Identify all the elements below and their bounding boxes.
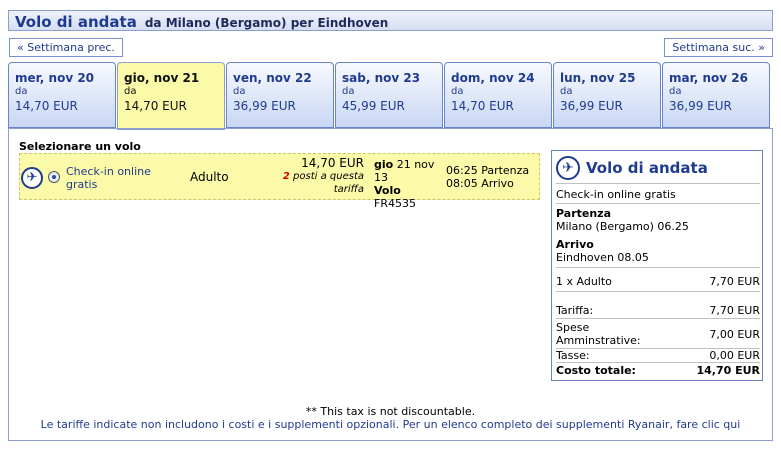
- arrival-time: 08:05: [446, 177, 478, 190]
- divider: [556, 267, 760, 268]
- date-tab-nov-22[interactable]: ven, nov 22 da 36,99 EUR: [226, 62, 334, 128]
- tab-from: da: [560, 86, 573, 97]
- flight-price-block: 14,70 EUR 2 posti a questa tariffa: [260, 156, 364, 196]
- tab-price: 14,70 EUR: [451, 99, 514, 113]
- page-title: Volo di andata: [15, 13, 137, 31]
- arrival-value: Eindhoven 08.05: [556, 251, 649, 264]
- flight-number: FR4535: [374, 197, 416, 210]
- divider: [556, 203, 760, 204]
- flight-panel: Selezionare un volo ✈ Check-in online gr…: [8, 128, 773, 441]
- previous-week-button[interactable]: « Settimana prec.: [9, 38, 123, 57]
- flight-label: Volo: [374, 184, 401, 197]
- tab-price: 36,99 EUR: [669, 99, 732, 113]
- seats-left: 2 posti a questa tariffa: [260, 170, 364, 196]
- date-tab-nov-24[interactable]: dom, nov 24 da 14,70 EUR: [444, 62, 552, 128]
- tab-day: dom, nov 24: [451, 71, 535, 85]
- divider: [556, 362, 760, 363]
- booking-summary: ✈ Volo di andata Check-in online gratis …: [551, 150, 763, 381]
- plane-icon: ✈: [556, 156, 580, 180]
- flight-price: 14,70 EUR: [301, 156, 364, 170]
- tax-note: ** This tax is not discountable.: [305, 405, 476, 418]
- plane-icon: ✈: [21, 167, 43, 189]
- tariff-line: Tariffa: 7,70 EUR: [556, 304, 760, 317]
- tariff-value: 7,70 EUR: [709, 304, 760, 317]
- tab-from: da: [233, 86, 246, 97]
- departure-time: 06:25: [446, 164, 478, 177]
- tariff-label: Tariffa:: [556, 304, 594, 317]
- date-tab-nov-25[interactable]: lun, nov 25 da 36,99 EUR: [553, 62, 661, 128]
- flight-option-row[interactable]: ✈ Check-in online gratis Adulto 14,70 EU…: [19, 153, 540, 210]
- flight-times-block: 06:25 Partenza 08:05 Arrivo: [446, 164, 540, 190]
- seats-count: 2: [282, 171, 290, 182]
- arrival-label: Arrivo: [556, 238, 594, 251]
- date-tab-nov-23[interactable]: sab, nov 23 da 45,99 EUR: [335, 62, 443, 128]
- summary-header: ✈ Volo di andata: [556, 156, 708, 180]
- route-subtitle: da Milano (Bergamo) per Eindhoven: [144, 16, 389, 30]
- tab-price: 36,99 EUR: [233, 99, 296, 113]
- admin-label: Spese Amminstrative:: [556, 321, 641, 347]
- departure-value: Milano (Bergamo) 06.25: [556, 220, 689, 233]
- date-tab-nov-20[interactable]: mer, nov 20 da 14,70 EUR: [8, 62, 116, 128]
- select-flight-heading: Selezionare un volo: [19, 140, 141, 153]
- divider: [556, 183, 760, 184]
- passenger-type: Adulto: [190, 170, 229, 184]
- tab-day: mer, nov 20: [15, 71, 95, 85]
- flight-date-block: gio 21 nov 13 Volo FR4535: [374, 158, 444, 210]
- pax-label: 1 x Adulto: [556, 275, 612, 288]
- date-tab-nov-26[interactable]: mar, nov 26 da 36,99 EUR: [662, 62, 770, 128]
- flight-day: gio: [374, 158, 394, 171]
- tab-from: da: [124, 86, 137, 97]
- arrival-label: Arrivo: [481, 177, 514, 190]
- tab-day: ven, nov 22: [233, 71, 312, 85]
- admin-value: 7,00 EUR: [709, 327, 760, 341]
- fare-name: Check-in online gratis: [66, 165, 151, 191]
- divider: [556, 291, 760, 292]
- date-tab-nov-21[interactable]: gio, nov 21 da 14,70 EUR: [117, 62, 225, 130]
- tax-label: Tasse:: [556, 349, 590, 362]
- tab-from: da: [669, 86, 682, 97]
- total-value: 14,70 EUR: [696, 364, 760, 377]
- tab-price: 45,99 EUR: [342, 99, 405, 113]
- departure-label: Partenza: [556, 207, 611, 220]
- page-header: Volo di andata da Milano (Bergamo) per E…: [8, 10, 773, 31]
- tab-price: 36,99 EUR: [560, 99, 623, 113]
- flight-radio-button[interactable]: [48, 171, 60, 183]
- total-line: Costo totale: 14,70 EUR: [556, 364, 760, 377]
- total-label: Costo totale:: [556, 364, 636, 377]
- tax-line: Tasse: 0,00 EUR: [556, 349, 760, 362]
- divider: [556, 318, 760, 319]
- admin-fee-line: Spese Amminstrative: 7,00 EUR: [556, 321, 760, 347]
- next-week-button[interactable]: Settimana suc. »: [664, 38, 773, 57]
- pax-value: 7,70 EUR: [709, 275, 760, 288]
- tab-from: da: [342, 86, 355, 97]
- passenger-line: 1 x Adulto 7,70 EUR: [556, 275, 760, 288]
- tab-from: da: [451, 86, 464, 97]
- tab-price: 14,70 EUR: [124, 99, 187, 113]
- tab-price: 14,70 EUR: [15, 99, 78, 113]
- seats-text: posti a questa tariffa: [293, 171, 364, 195]
- summary-title: Volo di andata: [586, 159, 708, 177]
- date-tabs: mer, nov 20 da 14,70 EUR gio, nov 21 da …: [8, 62, 773, 130]
- summary-fare: Check-in online gratis: [556, 188, 676, 201]
- tab-from: da: [15, 86, 28, 97]
- supplements-link[interactable]: Le tariffe indicate non includono i cost…: [9, 418, 772, 431]
- tab-day: sab, nov 23: [342, 71, 421, 85]
- tab-day: lun, nov 25: [560, 71, 636, 85]
- tax-value: 0,00 EUR: [709, 349, 760, 362]
- departure-label: Partenza: [481, 164, 530, 177]
- tab-day: gio, nov 21: [124, 71, 200, 85]
- tab-day: mar, nov 26: [669, 71, 748, 85]
